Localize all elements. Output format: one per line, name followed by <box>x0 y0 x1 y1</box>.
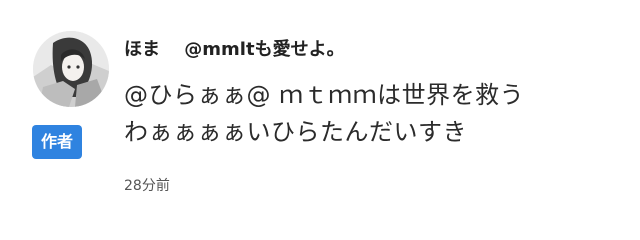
comment-body-line: @ひらぁぁ@ ｍｔｍｍは世界を救う <box>124 81 525 109</box>
user-avatar-image-icon <box>33 31 109 107</box>
comment-body-line: わぁぁぁぁいひらたんだいすき <box>124 118 467 146</box>
author-name[interactable]: ほま <box>124 39 160 60</box>
comment-item: 作者 ほま @mmltも愛せよ。 @ひらぁぁ@ ｍｔｍｍは世界を救う わぁぁぁぁ… <box>0 0 640 240</box>
author-handle[interactable]: @mmltも愛せよ。 <box>184 39 344 60</box>
comment-header: ほま @mmltも愛せよ。 <box>124 36 345 64</box>
avatar[interactable] <box>33 31 109 107</box>
comment-body: @ひらぁぁ@ ｍｔｍｍは世界を救う わぁぁぁぁいひらたんだいすき <box>124 77 624 151</box>
comment-timestamp: 28分前 <box>124 178 170 194</box>
author-badge: 作者 <box>32 125 82 159</box>
